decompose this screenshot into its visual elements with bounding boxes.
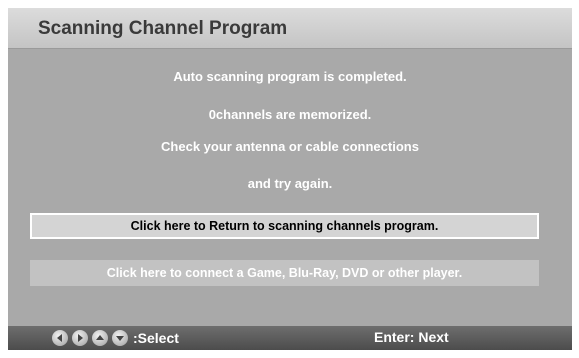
try-again-message: and try again. xyxy=(247,176,333,191)
title-bar: Scanning Channel Program xyxy=(8,8,572,49)
antenna-check-message: Check your antenna or cable connections xyxy=(161,139,419,154)
page-title: Scanning Channel Program xyxy=(38,18,288,39)
footer-bar: :Select Enter: Next xyxy=(8,326,572,350)
connect-device-label: Click here to connect a Game, Blu-Ray, D… xyxy=(106,266,463,280)
up-arrow-icon[interactable] xyxy=(92,330,108,346)
completion-message: Auto scanning program is completed. xyxy=(173,69,407,84)
select-hint-label: :Select xyxy=(133,330,179,346)
connect-device-button[interactable]: Click here to connect a Game, Blu-Ray, D… xyxy=(30,260,539,286)
scan-dialog: Scanning Channel Program Auto scanning p… xyxy=(8,8,572,350)
navigation-hint: :Select xyxy=(52,330,179,346)
channel-count-message: 0channels are memorized. xyxy=(208,107,372,122)
return-to-scanning-label: Click here to Return to scanning channel… xyxy=(130,219,439,233)
left-arrow-icon[interactable] xyxy=(52,330,68,346)
return-to-scanning-button[interactable]: Click here to Return to scanning channel… xyxy=(30,213,539,239)
enter-next-hint-label: Enter: Next xyxy=(374,329,449,345)
right-arrow-icon[interactable] xyxy=(72,330,88,346)
down-arrow-icon[interactable] xyxy=(112,330,128,346)
